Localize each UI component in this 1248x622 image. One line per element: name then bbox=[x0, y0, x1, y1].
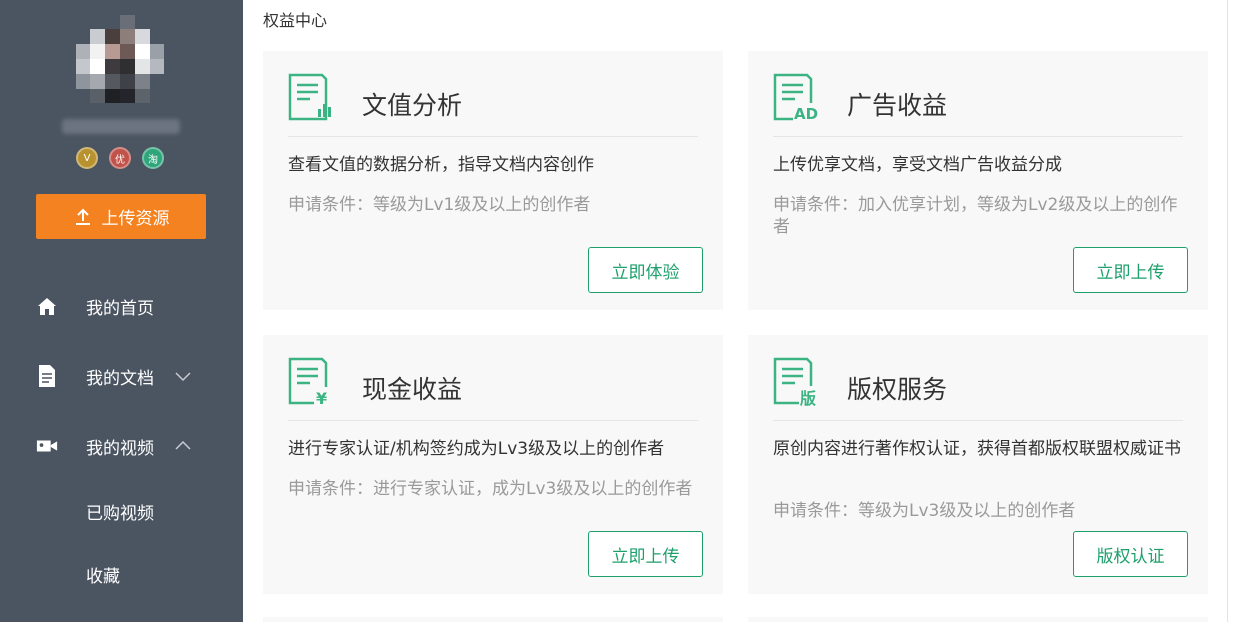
card-text-value-analysis: 文值分析 查看文值的数据分析，指导文档内容创作 申请条件：等级为Lv1级及以上的… bbox=[263, 51, 723, 310]
upload-resource-label: 上传资源 bbox=[101, 209, 170, 229]
svg-text:¥: ¥ bbox=[316, 389, 327, 407]
card-partial bbox=[263, 617, 723, 622]
card-description: 查看文值的数据分析，指导文档内容创作 bbox=[288, 155, 594, 175]
video-camera-icon bbox=[36, 435, 58, 457]
card-title: 版权服务 bbox=[847, 375, 948, 404]
chevron-up-icon[interactable] bbox=[174, 437, 192, 455]
scrollbar[interactable] bbox=[1227, 0, 1228, 622]
card-ad-revenue: AD 广告收益 上传优享文档，享受文档广告收益分成 申请条件：加入优享计划，等级… bbox=[748, 51, 1208, 310]
card-description: 原创内容进行著作权认证，获得首都版权联盟权威证书 bbox=[773, 439, 1181, 459]
doc-chart-icon bbox=[288, 73, 331, 121]
card-title: 广告收益 bbox=[847, 91, 948, 120]
card-description: 进行专家认证/机构签约成为Lv3级及以上的创作者 bbox=[288, 439, 665, 459]
nav-item-videos[interactable]: 我的视频 bbox=[0, 426, 243, 466]
main-content: 权益中心 文值分析 查看文值的数据分析，指导文档内容创作 申请条件：等级为Lv1… bbox=[243, 0, 1228, 622]
card-description: 上传优享文档，享受文档广告收益分成 bbox=[773, 155, 1062, 175]
nav-docs-label: 我的文档 bbox=[86, 368, 154, 389]
nav-item-home[interactable]: 我的首页 bbox=[0, 286, 243, 326]
card-title: 现金收益 bbox=[362, 375, 463, 404]
svg-text:版: 版 bbox=[799, 389, 816, 407]
nav-subitem-purchased-videos[interactable]: 已购视频 bbox=[86, 499, 154, 524]
nav-home-label: 我的首页 bbox=[86, 298, 154, 319]
vip-badge-icon[interactable]: V bbox=[76, 147, 98, 169]
doc-ad-icon: AD bbox=[773, 73, 819, 123]
card-condition: 申请条件：等级为Lv3级及以上的创作者 bbox=[773, 501, 1076, 521]
card-divider bbox=[773, 136, 1183, 137]
nav-videos-label: 我的视频 bbox=[86, 438, 154, 459]
card-divider bbox=[288, 136, 698, 137]
card-divider bbox=[773, 420, 1183, 421]
chevron-down-icon[interactable] bbox=[174, 367, 192, 385]
upload-icon bbox=[75, 208, 90, 225]
avatar[interactable] bbox=[76, 15, 164, 103]
doc-copyright-icon: 版 bbox=[773, 357, 819, 407]
page-title: 权益中心 bbox=[263, 11, 328, 30]
badge-row: V 优 淘 bbox=[76, 147, 164, 169]
card-copyright-service: 版 版权服务 原创内容进行著作权认证，获得首都版权联盟权威证书 申请条件：等级为… bbox=[748, 335, 1208, 594]
try-now-button[interactable]: 立即体验 bbox=[588, 247, 703, 293]
doc-yuan-icon: ¥ bbox=[288, 357, 332, 407]
card-partial bbox=[748, 617, 1208, 622]
svg-text:AD: AD bbox=[794, 105, 818, 123]
card-condition: 申请条件：加入优享计划，等级为Lv2级及以上的创作者 bbox=[773, 195, 1178, 237]
upload-now-button[interactable]: 立即上传 bbox=[1073, 247, 1188, 293]
document-icon bbox=[36, 365, 58, 387]
card-title: 文值分析 bbox=[362, 91, 463, 120]
you-badge-icon[interactable]: 优 bbox=[109, 147, 131, 169]
card-condition: 申请条件：等级为Lv1级及以上的创作者 bbox=[288, 195, 591, 215]
card-cash-revenue: ¥ 现金收益 进行专家认证/机构签约成为Lv3级及以上的创作者 申请条件：进行专… bbox=[263, 335, 723, 594]
copyright-certify-button[interactable]: 版权认证 bbox=[1073, 531, 1188, 577]
home-icon bbox=[36, 295, 58, 317]
upload-resource-button[interactable]: 上传资源 bbox=[36, 194, 206, 239]
sidebar: V 优 淘 上传资源 我的首页 我的文档 我的视频 已购视频 收藏 bbox=[0, 0, 243, 622]
tao-badge-icon[interactable]: 淘 bbox=[142, 147, 164, 169]
username-blurred bbox=[62, 119, 180, 134]
card-divider bbox=[288, 420, 698, 421]
nav-subitem-favorites[interactable]: 收藏 bbox=[86, 562, 120, 587]
upload-now-button[interactable]: 立即上传 bbox=[588, 531, 703, 577]
card-condition: 申请条件：进行专家认证，成为Lv3级及以上的创作者 bbox=[288, 479, 693, 499]
nav-item-docs[interactable]: 我的文档 bbox=[0, 356, 243, 396]
